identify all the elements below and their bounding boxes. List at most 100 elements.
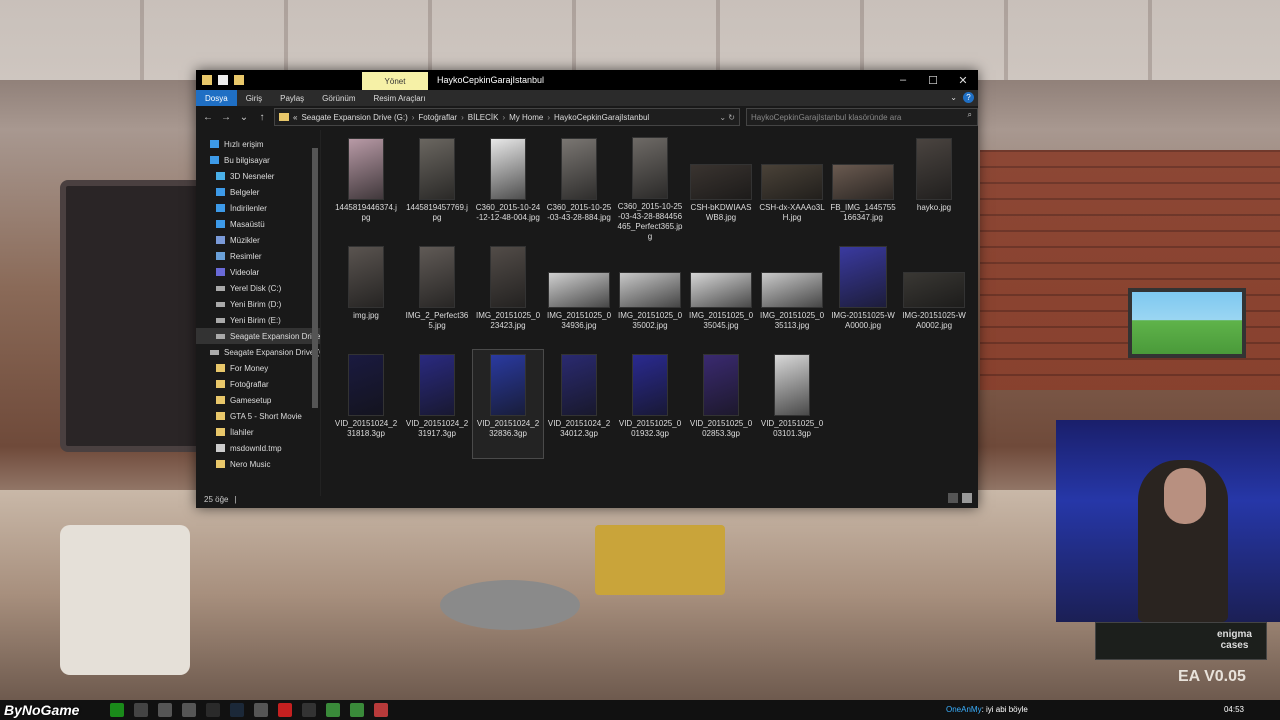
nav-item[interactable]: İlahiler [196,424,320,440]
file-item[interactable]: IMG-20151025-WA0000.jpg [828,242,898,350]
refresh-icon[interactable]: ↻ [728,113,735,122]
xbox-icon[interactable] [110,703,124,717]
breadcrumb-separator: › [461,112,464,122]
nav-item[interactable]: Masaüstü [196,216,320,232]
nav-item[interactable]: Müzikler [196,232,320,248]
file-thumbnail [348,138,384,200]
breadcrumb-photos[interactable]: Fotoğraflar [418,113,457,122]
tab-home[interactable]: Giriş [237,90,271,106]
breadcrumb-bilecik[interactable]: BİLECİK [468,113,499,122]
file-item[interactable]: IMG_20151025_035113.jpg [757,242,827,350]
nav-item[interactable]: For Money [196,360,320,376]
manage-tab[interactable]: Yönet [362,72,428,90]
calculator-icon[interactable] [182,703,196,717]
nav-scrollbar-thumb[interactable] [312,148,318,408]
nav-item-label: İlahiler [230,427,254,437]
file-item[interactable]: VID_20151024_231818.3gp [331,350,401,458]
nav-item[interactable]: Yeni Birim (E:) [196,312,320,328]
file-item[interactable]: hayko.jpg [899,134,969,242]
nav-item[interactable]: Hızlı erişim [196,136,320,152]
search-icon[interactable]: ⌕ [968,110,972,120]
sponsor-badge: enigma cases [1095,622,1267,660]
help-icon[interactable]: ? [963,92,974,103]
file-item[interactable]: 1445819446374.jpg [331,134,401,242]
file-item[interactable]: VID_20151025_001932.3gp [615,350,685,458]
chrome-icon-2[interactable] [350,703,364,717]
media-player-icon[interactable] [278,703,292,717]
file-icon [216,444,225,452]
nav-item[interactable]: Seagate Expansion Drive ( [196,328,320,344]
chrome-icon[interactable] [326,703,340,717]
file-item[interactable]: IMG-20151025-WA0002.jpg [899,242,969,350]
file-item[interactable]: VID_20151025_003101.3gp [757,350,827,458]
edge-icon[interactable] [158,703,172,717]
nav-item[interactable]: Nero Music [196,456,320,472]
tab-file[interactable]: Dosya [196,90,237,106]
file-item[interactable]: VID_20151024_232836.3gp [472,349,544,459]
details-view-icon[interactable] [948,493,958,503]
maximize-button[interactable]: ☐ [918,70,948,90]
file-item[interactable]: IMG_20151025_035045.jpg [686,242,756,350]
file-item[interactable]: FB_IMG_1445755166347.jpg [828,134,898,242]
nav-item[interactable]: Yerel Disk (C:) [196,280,320,296]
nav-item[interactable]: 3D Nesneler [196,168,320,184]
address-dropdown-icon[interactable]: ⌄ [719,113,726,122]
file-item[interactable]: IMG_20151025_023423.jpg [473,242,543,350]
breadcrumb-my-home[interactable]: My Home [509,113,543,122]
steam-icon[interactable] [230,703,244,717]
nav-item[interactable]: Yeni Birim (D:) [196,296,320,312]
file-item[interactable]: IMG_20151025_035002.jpg [615,242,685,350]
breadcrumb-current-folder[interactable]: HaykoCepkinGarajIstanbul [554,113,649,122]
file-item[interactable]: C360_2015-10-25-03-43-28-884456465_Perfe… [615,134,685,242]
nav-scrollbar[interactable] [312,136,318,486]
breadcrumb-overflow[interactable]: « [293,113,297,122]
file-thumbnail [619,272,681,308]
nav-item[interactable]: Seagate Expansion Drive (G [196,344,320,360]
tab-share[interactable]: Paylaş [271,90,313,106]
nav-item[interactable]: Bu bilgisayar [196,152,320,168]
tab-view[interactable]: Görünüm [313,90,364,106]
nav-item[interactable]: Gamesetup [196,392,320,408]
nav-item[interactable]: Resimler [196,248,320,264]
large-icons-view-icon[interactable] [962,493,972,503]
cortana-icon[interactable] [134,703,148,717]
origin-icon[interactable] [254,703,268,717]
file-item[interactable]: VID_20151024_231917.3gp [402,350,472,458]
file-item[interactable]: IMG_2_Perfect365.jpg [402,242,472,350]
new-folder-icon[interactable] [234,75,244,85]
forward-arrow-icon[interactable]: → [220,112,232,123]
file-list: 1445819446374.jpg 1445819457769.jpg C360_2… [321,130,978,490]
file-name: CSH-dx-XAAAo3LH.jpg [759,203,825,222]
file-item[interactable]: IMG_20151025_034936.jpg [544,242,614,350]
obs-icon[interactable] [374,703,388,717]
file-explorer-taskbar-icon[interactable] [302,703,316,717]
file-item[interactable]: VID_20151025_002853.3gp [686,350,756,458]
nav-item[interactable]: Fotoğraflar [196,376,320,392]
clock[interactable]: 04:53 [1224,705,1244,714]
address-bar[interactable]: « Seagate Expansion Drive (G:) › Fotoğra… [274,108,740,126]
nav-item[interactable]: msdownld.tmp [196,440,320,456]
minimize-button[interactable]: – [888,70,918,90]
nav-item[interactable]: Videolar [196,264,320,280]
epic-games-icon[interactable] [206,703,220,717]
search-input[interactable]: HaykoCepkinGarajIstanbul klasöründe ara … [746,108,978,126]
file-item[interactable]: CSH-dx-XAAAo3LH.jpg [757,134,827,242]
tab-picture-tools[interactable]: Resim Araçları [365,90,435,106]
file-item[interactable]: img.jpg [331,242,401,350]
nav-item[interactable]: GTA 5 - Short Movie [196,408,320,424]
drive-icon [216,285,225,291]
recent-chevron-icon[interactable]: ⌄ [238,112,250,123]
file-item[interactable]: C360_2015-10-24-12-12-48-004.jpg [473,134,543,242]
file-item[interactable]: VID_20151024_234012.3gp [544,350,614,458]
chevron-down-icon[interactable]: ⌄ [950,93,957,102]
properties-icon[interactable] [218,75,228,85]
breadcrumb-drive[interactable]: Seagate Expansion Drive (G:) [301,113,407,122]
nav-item[interactable]: Belgeler [196,184,320,200]
up-arrow-icon[interactable]: ↑ [256,112,268,123]
nav-item[interactable]: İndirilenler [196,200,320,216]
file-item[interactable]: C360_2015-10-25-03-43-28-884.jpg [544,134,614,242]
back-arrow-icon[interactable]: ← [202,112,214,123]
file-item[interactable]: CSH-bKDWIAASWB8.jpg [686,134,756,242]
file-item[interactable]: 1445819457769.jpg [402,134,472,242]
close-button[interactable]: ✕ [948,70,978,90]
